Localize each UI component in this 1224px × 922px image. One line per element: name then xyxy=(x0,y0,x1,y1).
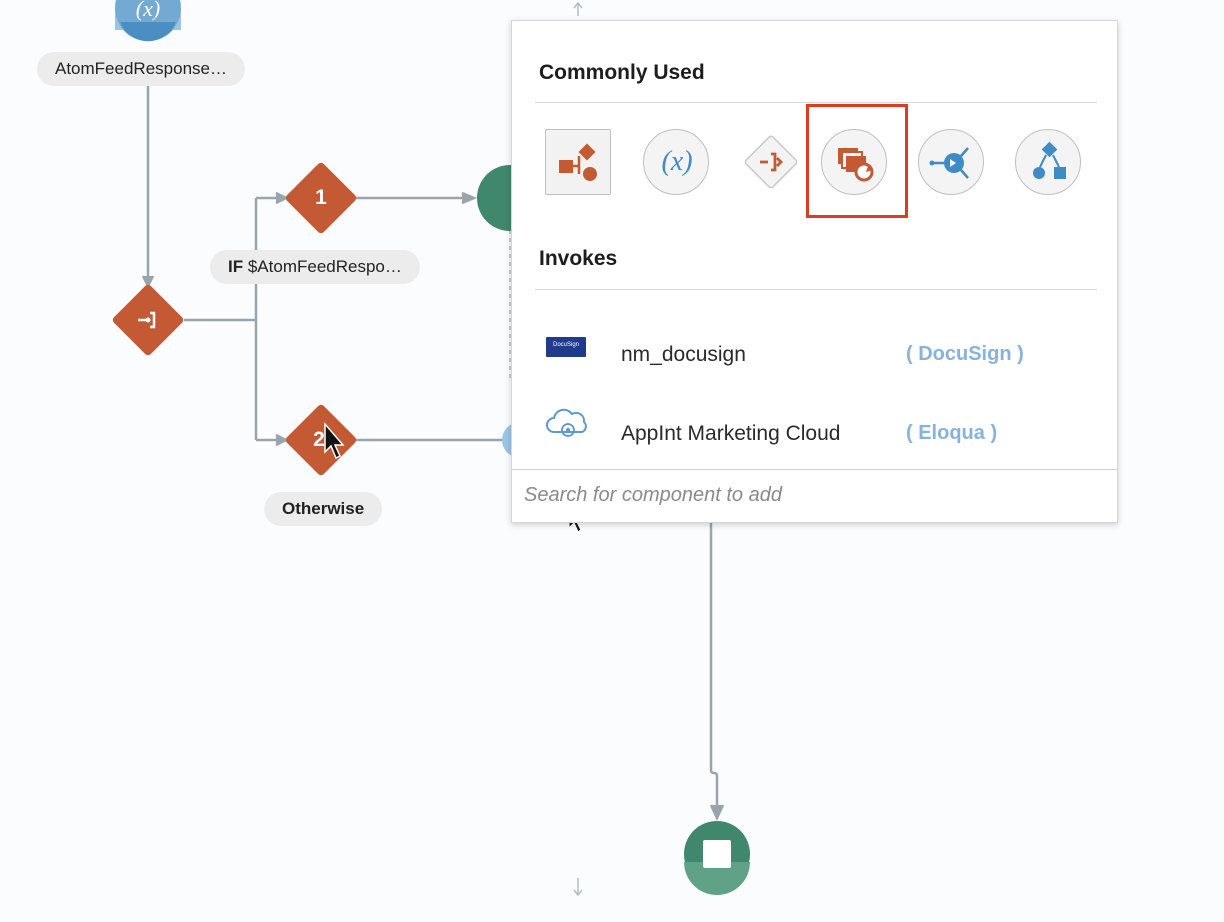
switch-icon xyxy=(744,135,798,189)
end-node[interactable] xyxy=(684,821,750,895)
data-mapper-icon xyxy=(559,143,597,181)
map-data-button[interactable] xyxy=(545,129,611,195)
docusign-logo: DocuSign xyxy=(546,337,586,357)
variable-icon: (x) xyxy=(661,146,693,177)
invoke-name: AppInt Marketing Cloud xyxy=(621,422,841,445)
assign-node-label: AtomFeedResponse… xyxy=(37,52,245,86)
invoke-type: ( Eloqua ) xyxy=(906,422,998,444)
condition-expression: $AtomFeedRespo… xyxy=(247,257,402,276)
integration-icon xyxy=(929,147,969,179)
invoke-item-appint-marketing-cloud[interactable]: AppInt Marketing Cloud ( Eloqua ) xyxy=(536,408,1096,460)
condition-label: IF $AtomFeedRespo… xyxy=(210,250,420,284)
branch-2-number: 2 xyxy=(313,428,325,451)
invoke-type: ( DocuSign ) xyxy=(906,343,1024,365)
commonly-used-title: Commonly Used xyxy=(539,61,705,84)
component-picker-panel: Commonly Used (x) Invokes DocuSign nm_do… xyxy=(511,20,1118,523)
otherwise-label: Otherwise xyxy=(264,492,383,526)
stage-file-button[interactable] xyxy=(1015,129,1081,195)
integration-button[interactable] xyxy=(918,129,984,195)
invokes-title: Invokes xyxy=(539,247,618,270)
assign-button[interactable]: (x) xyxy=(643,129,709,195)
top-node-symbol: (x) xyxy=(135,0,161,21)
invoke-name: nm_docusign xyxy=(621,343,746,366)
search-input[interactable] xyxy=(522,470,1086,520)
selection-highlight xyxy=(806,104,908,218)
invoke-item-nm-docusign[interactable]: DocuSign nm_docusign ( DocuSign ) xyxy=(536,331,1096,381)
eloqua-cloud-icon xyxy=(546,408,587,437)
divider xyxy=(535,102,1097,103)
switch-button[interactable] xyxy=(738,129,804,195)
component-search xyxy=(512,469,1117,522)
stage-file-icon xyxy=(1033,141,1066,179)
switch-node[interactable] xyxy=(111,283,185,357)
divider xyxy=(535,289,1097,290)
branch-1-number: 1 xyxy=(315,186,327,209)
condition-keyword: IF xyxy=(228,257,244,276)
